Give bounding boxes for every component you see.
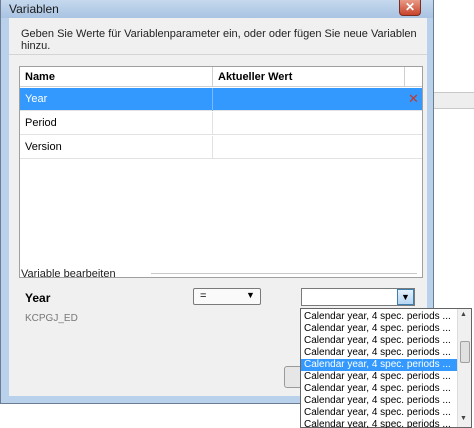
- dropdown-scrollbar[interactable]: ▲ ▼: [457, 309, 471, 427]
- dropdown-button[interactable]: ▼: [397, 289, 414, 305]
- chevron-down-icon: ▼: [246, 290, 255, 300]
- variable-name: Year: [25, 291, 51, 305]
- cell-divider: [212, 112, 213, 135]
- section-label-edit-variable: Variable bearbeiten: [21, 268, 116, 280]
- list-item[interactable]: Calendar year, 4 spec. periods ...: [301, 383, 457, 395]
- scroll-up-icon[interactable]: ▲: [460, 311, 467, 318]
- column-divider[interactable]: [404, 67, 405, 87]
- separator: [151, 273, 417, 274]
- cell-divider: [212, 88, 213, 111]
- operator-select[interactable]: = ▼: [193, 288, 261, 305]
- list-item[interactable]: Calendar year, 4 spec. periods ...: [301, 395, 457, 407]
- variables-grid: Name Aktueller Wert Year ✕ Period Versio…: [19, 66, 423, 278]
- list-item[interactable]: Calendar year, 4 spec. periods ...: [301, 419, 457, 428]
- close-button[interactable]: ✕: [399, 0, 421, 16]
- column-header-current-value[interactable]: Aktueller Wert: [218, 71, 292, 83]
- scroll-down-icon[interactable]: ▼: [460, 415, 467, 422]
- separator: [9, 54, 427, 55]
- column-divider[interactable]: [212, 67, 213, 87]
- background-divider: [434, 92, 474, 93]
- dialog-title: Variablen: [9, 2, 59, 16]
- delete-icon[interactable]: ✕: [408, 91, 419, 107]
- value-combobox[interactable]: ▼: [301, 288, 415, 306]
- row-name: Period: [25, 117, 57, 129]
- list-item[interactable]: Calendar year, 4 spec. periods ...: [301, 347, 457, 359]
- operator-value: =: [200, 290, 207, 302]
- row-name: Version: [25, 141, 62, 153]
- value-dropdown-list: Calendar year, 4 spec. periods ... Calen…: [300, 308, 472, 428]
- list-item[interactable]: Calendar year, 4 spec. periods ...: [301, 371, 457, 383]
- list-item[interactable]: Calendar year, 4 spec. periods ...: [301, 311, 457, 323]
- list-item[interactable]: Calendar year, 4 spec. periods ...: [301, 335, 457, 347]
- cell-divider: [212, 136, 213, 159]
- row-name: Year: [25, 93, 48, 105]
- title-bar[interactable]: Variablen ✕: [1, 0, 433, 18]
- list-item[interactable]: Calendar year, 4 spec. periods ...: [301, 407, 457, 419]
- background-divider: [434, 108, 474, 109]
- variable-technical-name: KCPGJ_ED: [25, 313, 78, 324]
- grid-row-version[interactable]: Version: [20, 136, 422, 159]
- background-row: [434, 92, 474, 108]
- grid-row-period[interactable]: Period: [20, 112, 422, 135]
- chevron-down-icon: ▼: [401, 292, 410, 302]
- column-header-name[interactable]: Name: [25, 71, 55, 83]
- grid-row-year[interactable]: Year ✕: [20, 88, 422, 111]
- instruction-text: Geben Sie Werte für Variablenparameter e…: [21, 28, 417, 52]
- list-item[interactable]: Calendar year, 4 spec. periods ...: [301, 323, 457, 335]
- list-item-selected[interactable]: Calendar year, 4 spec. periods ...: [301, 359, 457, 371]
- scrollbar-thumb[interactable]: [460, 341, 470, 363]
- close-icon: ✕: [404, 0, 416, 14]
- grid-header: Name Aktueller Wert: [20, 67, 422, 87]
